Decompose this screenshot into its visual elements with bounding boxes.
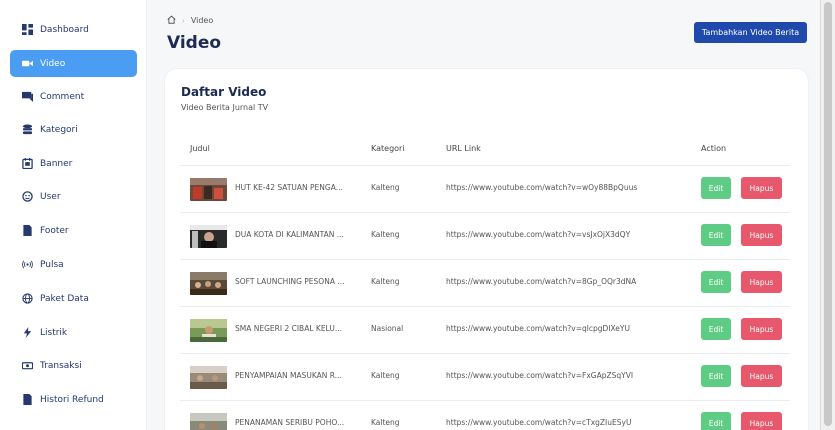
video-title: PENYAMPAIAN MASUKAN R...: [235, 371, 342, 380]
sidebar-item-label: Kategori: [40, 124, 78, 135]
edit-button[interactable]: Edit: [701, 271, 731, 293]
delete-button[interactable]: Hapus: [741, 177, 782, 199]
column-header-kategori: Kategori: [371, 144, 405, 153]
calendar-icon: [21, 158, 33, 170]
sidebar-item-video[interactable]: Video: [10, 50, 137, 77]
video-category: Kalteng: [371, 277, 400, 286]
home-icon[interactable]: [167, 15, 176, 26]
column-header-action: Action: [701, 144, 727, 153]
video-thumbnail[interactable]: [190, 319, 227, 342]
cash-icon: [21, 360, 33, 372]
page-title: Video: [167, 33, 222, 53]
video-url: https://www.youtube.com/watch?v=cTxgZIuE…: [446, 418, 632, 427]
breadcrumb: › Video: [167, 15, 213, 26]
table-row: SMA NEGERI 2 CIBAL KELU... Nasional http…: [180, 306, 790, 353]
add-video-button[interactable]: Tambahkan Video Berita: [694, 22, 807, 43]
user-face-icon: [21, 191, 33, 203]
sidebar: Dashboard Video Comment Kategori Banner …: [0, 0, 147, 430]
edit-button[interactable]: Edit: [701, 365, 731, 387]
sidebar-item-user[interactable]: User: [10, 183, 137, 210]
video-url: https://www.youtube.com/watch?v=8Gp_OQr3…: [446, 277, 637, 286]
delete-button[interactable]: Hapus: [741, 224, 782, 246]
sidebar-item-comment[interactable]: Comment: [10, 83, 137, 110]
video-title: SOFT LAUNCHING PESONA ...: [235, 277, 345, 286]
edit-button[interactable]: Edit: [701, 177, 731, 199]
comment-icon: [21, 91, 33, 103]
sidebar-item-histori-refund[interactable]: Histori Refund: [10, 386, 137, 413]
table-row: DUA KOTA DI KALIMANTAN ... Kalteng https…: [180, 212, 790, 259]
card-title: Daftar Video: [181, 85, 267, 99]
sidebar-item-footer[interactable]: Footer: [10, 217, 137, 244]
video-category: Kalteng: [371, 230, 400, 239]
edit-button[interactable]: Edit: [701, 318, 731, 340]
video-category: Kalteng: [371, 371, 400, 380]
sidebar-item-transaksi[interactable]: Transaksi: [10, 352, 137, 379]
video-title: DUA KOTA DI KALIMANTAN ...: [235, 230, 344, 239]
breadcrumb-current: Video: [190, 16, 214, 25]
delete-button[interactable]: Hapus: [741, 271, 782, 293]
sidebar-item-label: Banner: [40, 158, 73, 169]
lightning-icon: [21, 327, 33, 339]
sidebar-item-pulsa[interactable]: Pulsa: [10, 251, 137, 278]
delete-button[interactable]: Hapus: [741, 412, 782, 430]
file-icon: [21, 225, 33, 237]
card-subtitle: Video Berita Jurnal TV: [181, 103, 269, 112]
sidebar-item-label: Footer: [40, 225, 69, 236]
table-row: PENANAMAN SERIBU POHO... Kalteng https:/…: [180, 400, 790, 430]
sidebar-item-label: User: [40, 191, 61, 202]
sidebar-item-label: Comment: [40, 91, 85, 102]
video-camera-icon: [21, 58, 33, 70]
table-row: HUT KE-42 SATUAN PENGA... Kalteng https:…: [180, 165, 790, 212]
sidebar-item-listrik[interactable]: Listrik: [10, 319, 137, 346]
database-stack-icon: [21, 124, 33, 136]
file-icon: [21, 394, 33, 406]
delete-button[interactable]: Hapus: [741, 365, 782, 387]
video-title: SMA NEGERI 2 CIBAL KELU...: [235, 324, 342, 333]
video-category: Kalteng: [371, 183, 400, 192]
sidebar-item-banner[interactable]: Banner: [10, 150, 137, 177]
video-thumbnail[interactable]: [190, 366, 227, 389]
video-url: https://www.youtube.com/watch?v=qlcpgDIX…: [446, 324, 630, 333]
video-category: Nasional: [371, 324, 404, 333]
sidebar-item-label: Dashboard: [40, 24, 89, 35]
video-list-card: Daftar Video Video Berita Jurnal TV Judu…: [165, 69, 808, 430]
globe-icon: [21, 293, 33, 305]
sidebar-item-label: Pulsa: [40, 259, 64, 270]
video-title: HUT KE-42 SATUAN PENGA...: [235, 183, 343, 192]
sidebar-item-label: Video: [40, 58, 66, 69]
dashboard-grid-icon: [21, 24, 33, 36]
video-thumbnail[interactable]: [190, 178, 227, 201]
vertical-scrollbar[interactable]: [820, 0, 835, 430]
video-url: https://www.youtube.com/watch?v=FxGApZSq…: [446, 371, 634, 380]
edit-button[interactable]: Edit: [701, 224, 731, 246]
table-row: SOFT LAUNCHING PESONA ... Kalteng https:…: [180, 259, 790, 306]
video-url: https://www.youtube.com/watch?v=wOy88BpQ…: [446, 183, 638, 192]
video-thumbnail[interactable]: [190, 225, 227, 248]
video-thumbnail[interactable]: [190, 272, 227, 295]
sidebar-item-label: Listrik: [40, 327, 68, 338]
sidebar-item-paket-data[interactable]: Paket Data: [10, 285, 137, 312]
sidebar-item-label: Paket Data: [40, 293, 89, 304]
column-header-judul: Judul: [190, 144, 210, 153]
main-content: › Video Video Tambahkan Video Berita Daf…: [148, 0, 820, 430]
delete-button[interactable]: Hapus: [741, 318, 782, 340]
sidebar-item-kategori[interactable]: Kategori: [10, 116, 137, 143]
table-row: PENYAMPAIAN MASUKAN R... Kalteng https:/…: [180, 353, 790, 400]
broadcast-icon: [21, 259, 33, 271]
scrollbar-thumb[interactable]: [824, 2, 832, 426]
sidebar-item-label: Transaksi: [40, 360, 82, 371]
column-header-url: URL Link: [446, 144, 481, 153]
sidebar-item-label: Histori Refund: [40, 394, 104, 405]
video-thumbnail[interactable]: [190, 413, 227, 430]
video-title: PENANAMAN SERIBU POHO...: [235, 418, 345, 427]
sidebar-item-dashboard[interactable]: Dashboard: [10, 16, 137, 43]
video-category: Kalteng: [371, 418, 400, 427]
edit-button[interactable]: Edit: [701, 412, 731, 430]
video-url: https://www.youtube.com/watch?v=vsJxOjX3…: [446, 230, 631, 239]
breadcrumb-separator: ›: [182, 16, 185, 25]
